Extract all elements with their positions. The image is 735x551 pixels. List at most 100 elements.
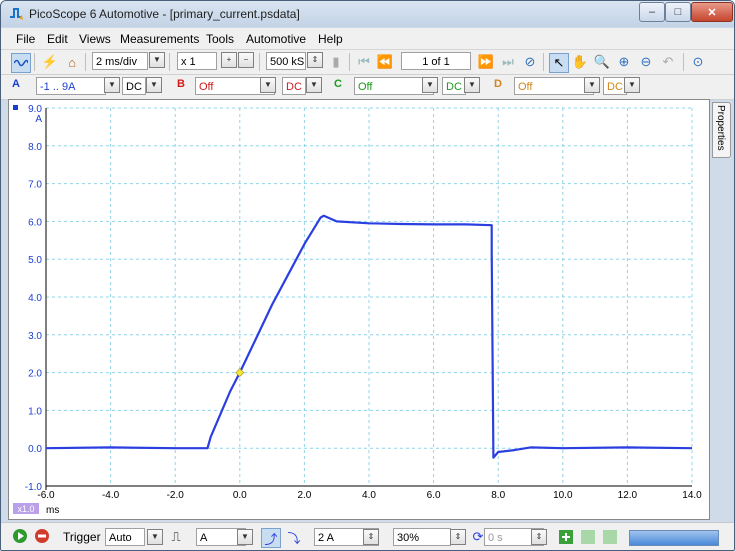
channel-c-label: C — [334, 78, 342, 90]
channel-c-range-dropdown-icon[interactable]: ▼ — [422, 77, 438, 93]
properties-tab-label: Properties — [715, 105, 726, 151]
zoom-plus-icon[interactable]: + — [221, 52, 237, 68]
last-buffer-icon[interactable]: ⏭ — [499, 53, 517, 71]
channel-b-coupling[interactable]: DC — [282, 77, 306, 95]
close-button[interactable]: ✕ — [691, 2, 733, 22]
x-tick-label: -4.0 — [102, 490, 120, 501]
trigger-marker — [235, 368, 245, 378]
x-tick-label: 14.0 — [682, 490, 702, 501]
channel-d-coupling-dropdown-icon[interactable]: ▼ — [624, 77, 640, 93]
menu-file[interactable]: File — [16, 32, 35, 46]
zoom-minus-icon[interactable]: − — [238, 52, 254, 68]
y-tick-label: 5.0 — [28, 255, 42, 266]
x-tick-label: 12.0 — [618, 490, 638, 501]
buffer-counter[interactable]: 1 of 1 — [401, 52, 471, 70]
edit-measurement-icon[interactable] — [579, 528, 597, 546]
buffer-icon[interactable]: ▮ — [327, 53, 345, 71]
x-tick-label: -6.0 — [37, 490, 55, 501]
menu-views[interactable]: Views — [79, 32, 111, 46]
home-icon[interactable]: ⌂ — [63, 53, 81, 71]
channel-d-range[interactable]: Off — [514, 77, 594, 95]
samples-spin-icon[interactable]: ⇕ — [307, 52, 323, 68]
channel-b-coupling-dropdown-icon[interactable]: ▼ — [306, 77, 322, 93]
add-measurement-icon[interactable] — [557, 528, 575, 546]
falling-edge-icon[interactable]: ⤵ — [285, 528, 303, 546]
delete-measurement-icon[interactable] — [601, 528, 619, 546]
trigger-mode-select[interactable]: Auto — [105, 528, 145, 546]
trigger-channel-dropdown-icon[interactable]: ▼ — [237, 529, 253, 545]
minimize-button[interactable]: – — [639, 2, 665, 22]
zoom-out-icon[interactable]: ⊖ — [637, 53, 655, 71]
channel-a-label: A — [12, 78, 20, 90]
timebase-select[interactable]: 2 ms/div — [92, 52, 148, 70]
zoom-select[interactable]: x 1 — [177, 52, 217, 70]
zoom-area-icon[interactable]: 🔍 — [593, 53, 611, 71]
probe-icon[interactable]: ⚡ — [41, 53, 59, 71]
capture-progress-bar — [629, 530, 719, 546]
y-tick-label: 3.0 — [28, 331, 42, 342]
y-tick-label: 0.0 — [28, 444, 42, 455]
x-tick-label: 0.0 — [233, 490, 247, 501]
menu-help[interactable]: Help — [318, 32, 343, 46]
undo-zoom-icon[interactable]: ↶ — [659, 53, 677, 71]
channel-d-range-dropdown-icon[interactable]: ▼ — [584, 77, 600, 93]
toolbar-separator — [34, 53, 35, 71]
y-tick-label: 6.0 — [28, 217, 42, 228]
properties-tab[interactable]: Properties — [712, 102, 731, 158]
scope-mode-icon[interactable] — [11, 53, 31, 73]
trigger-label: Trigger — [63, 530, 101, 544]
channel-a-coupling[interactable]: DC — [122, 77, 146, 95]
toolbar-separator — [85, 53, 86, 71]
delay-spin-icon[interactable]: ⇕ — [531, 529, 547, 545]
navigator-icon[interactable]: ⊘ — [521, 53, 539, 71]
y-tick-label: 1.0 — [28, 406, 42, 417]
channel-a-range[interactable]: -1 .. 9A — [36, 77, 106, 95]
toolbar-separator — [349, 53, 350, 71]
first-buffer-icon[interactable]: ⏮ — [355, 53, 373, 71]
x-unit-label: ms — [46, 505, 59, 516]
channel-toolbar: A -1 .. 9A ▼ DC ▼ B Off ▼ DC ▼ C Off ▼ D… — [1, 75, 734, 100]
channel-c-coupling[interactable]: DC — [442, 77, 466, 95]
menu-measurements[interactable]: Measurements — [120, 32, 199, 46]
toolbar-separator — [543, 53, 544, 71]
stop-icon[interactable] — [33, 527, 51, 545]
x-tick-label: -2.0 — [167, 490, 185, 501]
channel-b-range-dropdown-icon[interactable]: ▼ — [260, 77, 276, 93]
zoom-fit-icon[interactable]: ⊙ — [689, 53, 707, 71]
scope-chart[interactable]: -1.00.01.02.03.04.05.06.07.08.09.0A-6.0-… — [9, 100, 709, 519]
x-scale-badge-label: x1.0 — [17, 504, 34, 514]
y-tick-label: 7.0 — [28, 180, 42, 191]
channel-a-marker — [13, 105, 18, 110]
channel-c-coupling-dropdown-icon[interactable]: ▼ — [464, 77, 480, 93]
pretrigger-spin-icon[interactable]: ⇕ — [450, 529, 466, 545]
channel-b-label: B — [177, 78, 185, 90]
status-bar: Trigger Auto ▼ ⎍ A ▼ ⤴ ⤵ 2 A ⇕ 30% ⇕ ⟳ 0… — [1, 522, 734, 550]
channel-a-range-dropdown-icon[interactable]: ▼ — [104, 77, 120, 93]
menu-automotive[interactable]: Automotive — [246, 32, 306, 46]
x-tick-label: 8.0 — [491, 490, 505, 501]
menu-edit[interactable]: Edit — [47, 32, 68, 46]
start-icon[interactable] — [11, 527, 29, 545]
menu-tools[interactable]: Tools — [206, 32, 234, 46]
prev-buffer-icon[interactable]: ⏪ — [376, 53, 394, 71]
y-tick-label: 4.0 — [28, 293, 42, 304]
timebase-dropdown-icon[interactable]: ▼ — [149, 52, 165, 68]
trigger-type-icon[interactable]: ⎍ — [167, 528, 185, 546]
zoom-in-icon[interactable]: ⊕ — [615, 53, 633, 71]
hand-tool-icon[interactable]: ✋ — [571, 53, 589, 71]
toolbar-separator — [169, 53, 170, 71]
title-bar: PicoScope 6 Automotive - [primary_curren… — [1, 1, 734, 27]
samples-field[interactable]: 500 kS — [266, 52, 306, 70]
y-tick-label: 2.0 — [28, 369, 42, 380]
pointer-tool-icon[interactable]: ↖ — [549, 53, 569, 73]
y-unit-label: A — [35, 114, 42, 125]
scope-view[interactable]: -1.0 0.0 1.0 2.0 3.0 4.0 5.0 6.0 7.0 8.0 9.0 A -6.0-… — [8, 99, 710, 520]
threshold-spin-icon[interactable]: ⇕ — [363, 529, 379, 545]
maximize-button[interactable]: □ — [665, 2, 691, 22]
main-toolbar: ⚡ ⌂ 2 ms/div ▼ x 1 + − 500 kS ⇕ ▮ ⏮ ⏪ 1 … — [1, 50, 734, 75]
trigger-mode-dropdown-icon[interactable]: ▼ — [147, 529, 163, 545]
channel-a-coupling-dropdown-icon[interactable]: ▼ — [146, 77, 162, 93]
rising-edge-icon[interactable]: ⤴ — [261, 528, 281, 548]
next-buffer-icon[interactable]: ⏩ — [477, 53, 495, 71]
pretrigger-field[interactable]: 30% — [393, 528, 451, 546]
